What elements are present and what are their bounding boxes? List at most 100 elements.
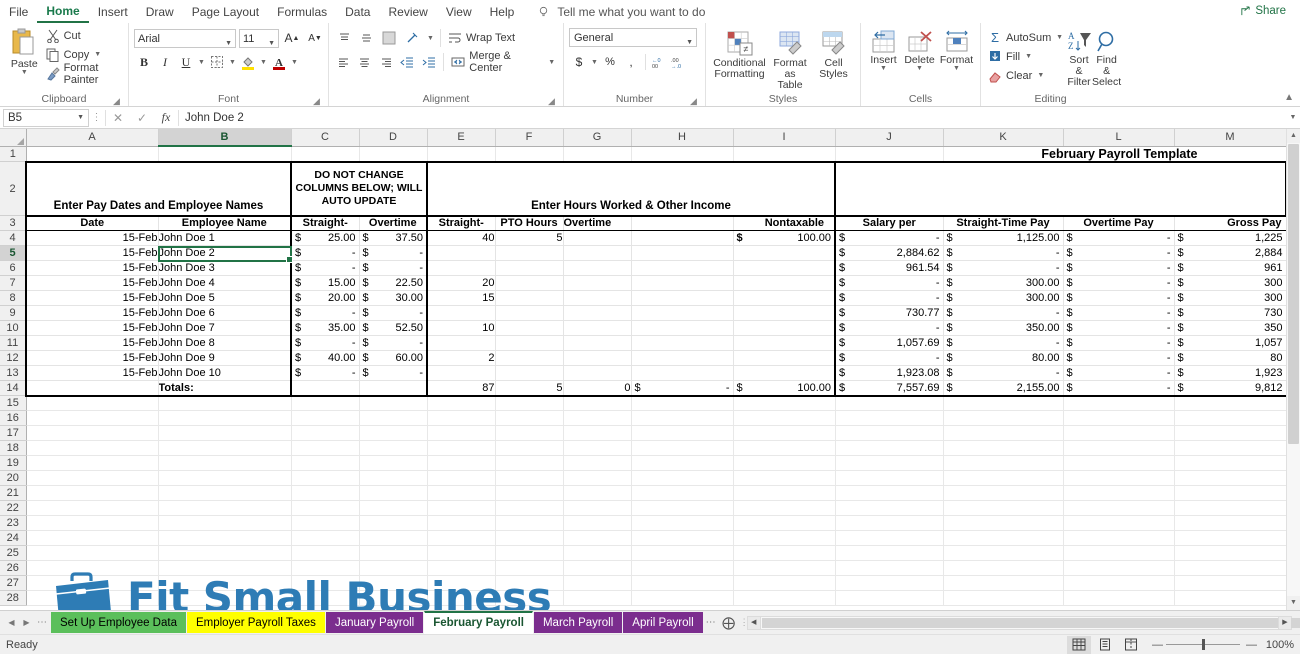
row-header-2[interactable]: 2 (0, 161, 27, 216)
empty-cell[interactable] (563, 545, 632, 561)
column-header-l[interactable]: L (1063, 129, 1175, 147)
empty-cell[interactable] (1063, 440, 1175, 456)
empty-cell[interactable] (158, 410, 292, 426)
currency-format-button[interactable]: $ (569, 52, 589, 72)
empty-cell[interactable] (631, 395, 734, 411)
increase-decimal-button[interactable]: ←0 00 (650, 52, 668, 72)
header-blank-h[interactable] (630, 215, 734, 231)
cell-totals-salary[interactable]: $7,557.69 (834, 380, 944, 397)
cell-overtime-pay[interactable]: $ - (1062, 230, 1175, 246)
cell-totals-straight-time-pay[interactable]: $2,155.00 (942, 380, 1064, 397)
empty-cell[interactable] (1174, 590, 1287, 606)
empty-cell[interactable] (1063, 530, 1175, 546)
cell-straight-hours[interactable] (426, 245, 496, 261)
first-sheet-button[interactable]: ◀ (4, 618, 19, 627)
empty-cell[interactable] (943, 500, 1064, 516)
cell-employee-name[interactable]: John Doe 1 (157, 230, 292, 246)
cell-overtime-rate[interactable]: $22.50 (358, 275, 428, 291)
empty-cell[interactable] (359, 500, 428, 516)
row-header-15[interactable]: 15 (0, 395, 27, 411)
empty-cell[interactable] (631, 530, 734, 546)
row-header-21[interactable]: 21 (0, 485, 27, 501)
cell-straight-hours[interactable]: 2 (426, 350, 496, 366)
cell-straight-rate[interactable]: $ - (290, 245, 360, 261)
empty-cell[interactable] (359, 425, 428, 441)
cell-gross-pay[interactable]: $300 (1173, 275, 1287, 291)
collapse-ribbon-button[interactable]: ▲ (1284, 92, 1294, 103)
clear-caret-icon[interactable]: ▼ (1036, 72, 1045, 79)
cell-b1[interactable] (158, 146, 292, 162)
empty-cell[interactable] (359, 485, 428, 501)
empty-cell[interactable] (1174, 515, 1287, 531)
new-sheet-button[interactable]: ⨁ (718, 615, 740, 631)
cell-gross-pay[interactable]: $730 (1173, 305, 1287, 321)
empty-cell[interactable] (835, 395, 944, 411)
cell-totals-overtime-hours[interactable]: 0 (562, 380, 632, 397)
autosum-button[interactable]: Σ AutoSum ▼ (986, 28, 1066, 47)
empty-cell[interactable] (1174, 530, 1287, 546)
empty-cell[interactable] (943, 455, 1064, 471)
banner-hours-worked[interactable]: Enter Hours Worked & Other Income (426, 160, 836, 217)
empty-cell[interactable] (495, 470, 564, 486)
row-header-28[interactable]: 28 (0, 590, 27, 606)
cell-straight-hours[interactable]: 40 (426, 230, 496, 246)
cell-overtime-rate[interactable]: $ - (358, 245, 428, 261)
empty-cell[interactable] (733, 545, 836, 561)
empty-cell[interactable] (1174, 560, 1287, 576)
font-name-dropdown-icon[interactable]: ▼ (225, 36, 232, 52)
alignment-dialog-launcher[interactable]: ◢ (547, 97, 556, 106)
cell-straight-rate[interactable]: $25.00 (290, 230, 360, 246)
empty-cell[interactable] (631, 515, 734, 531)
cell-date[interactable]: 15-Feb (25, 305, 159, 321)
format-as-table-button[interactable]: Format as Table (767, 28, 814, 91)
fill-color-button[interactable] (238, 52, 258, 72)
empty-cell[interactable] (943, 395, 1064, 411)
cell-g1[interactable] (563, 146, 632, 162)
number-dialog-launcher[interactable]: ◢ (689, 97, 698, 106)
row-header-4[interactable]: 4 (0, 230, 27, 246)
cell-h1[interactable] (631, 146, 734, 162)
empty-cell[interactable] (733, 590, 836, 606)
column-header-i[interactable]: I (733, 129, 836, 147)
cell-pto-hours[interactable] (494, 275, 564, 291)
cell-pto-hours[interactable] (494, 260, 564, 276)
merge-center-button[interactable]: Merge & Center ▼ (449, 50, 558, 74)
empty-cell[interactable] (631, 485, 734, 501)
ribbon-tab-insert[interactable]: Insert (89, 3, 137, 22)
header-pto-hours[interactable]: PTO Hours (494, 215, 564, 231)
cell-date[interactable]: 15-Feb (25, 275, 159, 291)
empty-cell[interactable] (835, 440, 944, 456)
empty-cell[interactable] (1063, 545, 1175, 561)
cell-totals-gross-pay[interactable]: $9,812 (1173, 380, 1287, 397)
scroll-down-arrow-icon[interactable]: ▼ (1287, 596, 1300, 610)
row-header-17[interactable]: 17 (0, 425, 27, 441)
empty-cell[interactable] (1063, 485, 1175, 501)
format-painter-button[interactable]: Format Painter (44, 62, 123, 86)
cell-straight-rate[interactable]: $35.00 (290, 320, 360, 336)
cell-date[interactable]: 15-Feb (25, 230, 159, 246)
empty-cell[interactable] (563, 575, 632, 591)
empty-cell[interactable] (495, 530, 564, 546)
row-header-11[interactable]: 11 (0, 335, 27, 351)
cell-blank-h[interactable] (630, 335, 734, 351)
header-straight-rate[interactable]: Straight- (290, 215, 360, 231)
cell-straight-hours[interactable]: 10 (426, 320, 496, 336)
cell-salary-per[interactable]: $ - (834, 290, 944, 306)
row-header-10[interactable]: 10 (0, 320, 27, 336)
empty-cell[interactable] (1063, 470, 1175, 486)
vertical-scrollbar-thumb[interactable] (1288, 144, 1299, 444)
cell-blank-h[interactable] (630, 350, 734, 366)
empty-cell[interactable] (835, 515, 944, 531)
empty-cell[interactable] (495, 500, 564, 516)
scroll-right-arrow-icon[interactable]: ▶ (1278, 616, 1291, 629)
cell-gross-pay[interactable]: $350 (1173, 320, 1287, 336)
cell-overtime-hours[interactable] (562, 230, 632, 246)
cell-straight-time-pay[interactable]: $ - (942, 245, 1064, 261)
cell-straight-time-pay[interactable]: $300.00 (942, 275, 1064, 291)
cell-date[interactable]: 15-Feb (25, 245, 159, 261)
orientation-button[interactable] (402, 28, 424, 48)
empty-cell[interactable] (943, 530, 1064, 546)
empty-cell[interactable] (733, 575, 836, 591)
header-date[interactable]: Date (25, 215, 159, 231)
empty-cell[interactable] (158, 485, 292, 501)
